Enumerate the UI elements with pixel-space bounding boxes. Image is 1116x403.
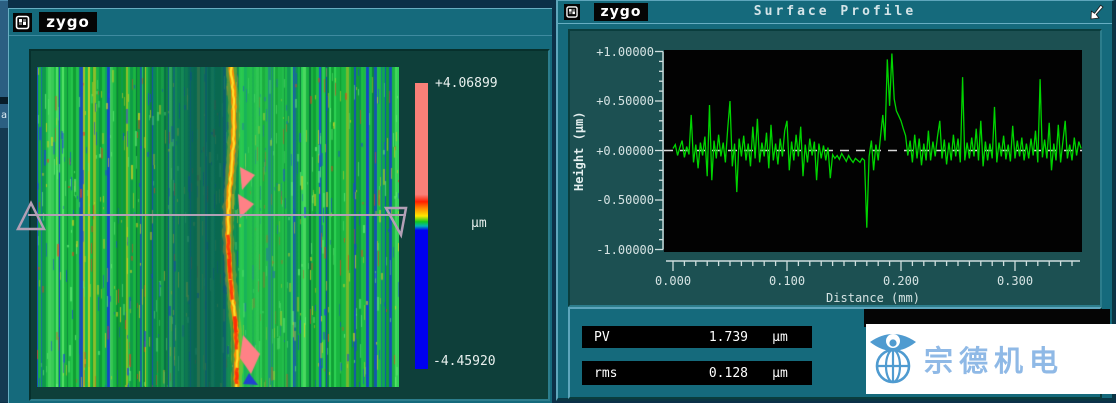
rms-value: 0.128 — [658, 366, 748, 381]
y-tick-label: -0.50000 — [596, 193, 654, 207]
y-tick-label: +1.00000 — [596, 45, 654, 59]
vendor-watermark: 宗德机电 — [866, 324, 1116, 394]
x-tick-label: 0.100 — [769, 274, 805, 288]
y-axis-ruler — [654, 50, 664, 253]
profile-plot[interactable] — [664, 50, 1082, 252]
y-tick-label: -1.00000 — [596, 243, 654, 257]
y-tick-label: +0.00000 — [596, 144, 654, 158]
rms-label: rms — [582, 366, 658, 381]
colorbar-min-label: -4.45920 — [433, 354, 496, 369]
colorbar-unit-label: µm — [471, 216, 487, 231]
background-window-edge: a — [0, 0, 8, 402]
window-menu-icon[interactable] — [564, 4, 580, 20]
surface-map-inset: +4.06899 µm -4.45920 — [29, 49, 550, 401]
y-tick-label: +0.50000 — [596, 94, 654, 108]
slice-handle-right[interactable] — [386, 208, 406, 235]
background-edge-top — [0, 0, 8, 98]
pv-result-box: PV 1.739 µm — [582, 326, 812, 348]
window-menu-icon[interactable] — [13, 13, 32, 32]
zygo-logo: zygo — [594, 3, 648, 21]
pv-label: PV — [582, 330, 658, 345]
x-tick-label: 0.300 — [997, 274, 1033, 288]
x-tick-label: 0.200 — [883, 274, 919, 288]
background-edge-notch — [0, 97, 8, 104]
watermark-text: 宗德机电 — [924, 338, 1064, 380]
x-tick-label: 0.000 — [655, 274, 691, 288]
height-colorbar[interactable] — [415, 83, 428, 369]
surface-map-titlebar[interactable]: zygo — [9, 9, 552, 36]
colorbar-max-label: +4.06899 — [435, 76, 498, 91]
pv-value: 1.739 — [658, 330, 748, 345]
surface-map-window: zygo +4.06899 µm -4.45920 — [8, 8, 552, 403]
x-axis-label: Distance (mm) — [826, 291, 920, 305]
y-axis-label: Height (µm) — [572, 81, 586, 221]
resize-tool-icon[interactable] — [1088, 3, 1106, 21]
profile-chart-inset: Height (µm) Distance (mm) +1.00000 +0.500… — [568, 29, 1102, 307]
x-axis-ruler — [664, 260, 1084, 273]
pv-unit: µm — [748, 330, 812, 345]
rms-unit: µm — [748, 366, 812, 381]
surface-profile-titlebar[interactable]: Surface Profile zygo — [558, 1, 1112, 24]
eye-globe-logo-icon — [866, 328, 924, 390]
zygo-logo: zygo — [39, 12, 97, 32]
rms-result-box: rms 0.128 µm — [582, 361, 812, 385]
